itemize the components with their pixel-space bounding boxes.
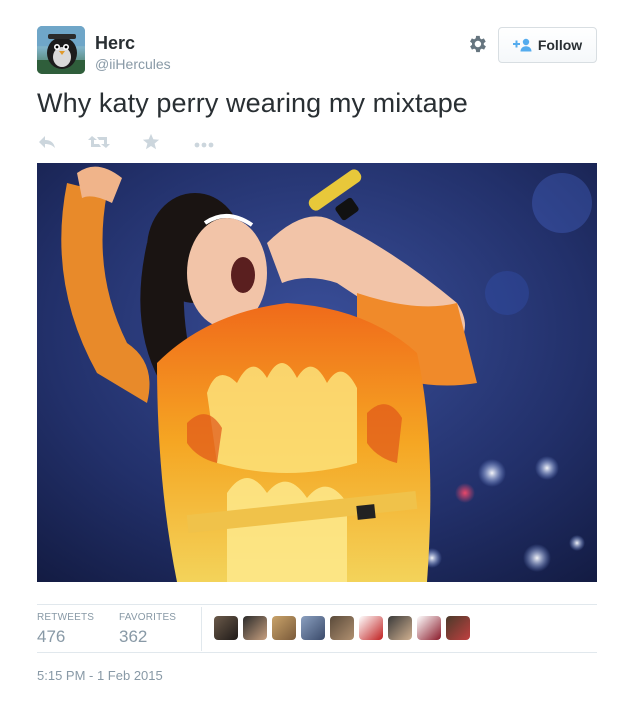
user-name[interactable]: Herc xyxy=(95,33,135,54)
favoriter-avatar[interactable] xyxy=(301,616,325,640)
follow-label: Follow xyxy=(537,37,583,53)
divider-bottom xyxy=(37,652,597,653)
retweets-stat[interactable]: RETWEETS 476 xyxy=(37,612,94,647)
user-handle[interactable]: @iiHercules xyxy=(95,56,171,72)
stats-divider xyxy=(201,607,202,651)
favorites-stat[interactable]: FAVORITES 362 xyxy=(119,612,176,647)
tweet-text: Why katy perry wearing my mixtape xyxy=(37,88,468,118)
favoriter-avatar[interactable] xyxy=(330,616,354,640)
retweets-label: RETWEETS xyxy=(37,612,95,623)
favoriter-avatar[interactable] xyxy=(359,616,383,640)
penguin-avatar-icon xyxy=(37,26,85,74)
favoriter-avatar[interactable] xyxy=(417,616,441,640)
retweet-icon[interactable] xyxy=(88,133,110,153)
star-icon[interactable] xyxy=(142,133,164,153)
more-icon[interactable] xyxy=(193,137,215,157)
favoriter-avatar[interactable] xyxy=(446,616,470,640)
favorites-label: FAVORITES xyxy=(119,612,177,623)
tweet-photo[interactable] xyxy=(37,163,597,582)
tweet-timestamp[interactable]: 5:15 PM - 1 Feb 2015 xyxy=(37,668,163,683)
reply-icon[interactable] xyxy=(37,133,59,153)
favoriter-avatar[interactable] xyxy=(272,616,296,640)
favoriter-avatar[interactable] xyxy=(243,616,267,640)
favorites-count: 362 xyxy=(119,627,148,646)
add-user-icon xyxy=(512,38,532,52)
divider-top xyxy=(37,604,597,605)
favoriter-avatar[interactable] xyxy=(214,616,238,640)
favoriter-avatar[interactable] xyxy=(388,616,412,640)
retweets-count: 476 xyxy=(37,627,66,646)
user-avatar[interactable] xyxy=(37,26,85,74)
gear-icon[interactable] xyxy=(466,33,488,55)
follow-button[interactable]: Follow xyxy=(498,27,597,63)
